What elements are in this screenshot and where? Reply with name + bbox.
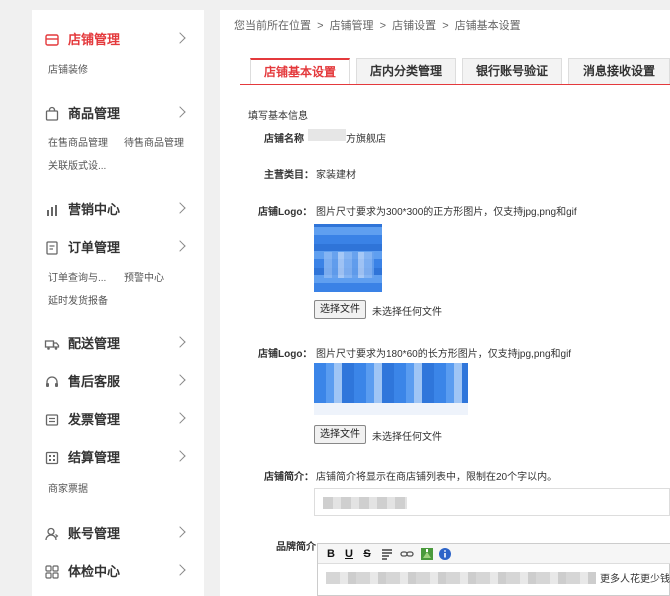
chevron-right-icon[interactable] — [174, 412, 186, 424]
logo-label: 店铺Logo： — [258, 207, 313, 218]
breadcrumb-current: 店铺基本设置 — [454, 20, 521, 32]
sidebar-item-merchant-receipts[interactable]: 商家票据 — [48, 483, 88, 497]
sidebar-section-header[interactable]: 售后客服 — [32, 370, 204, 394]
category-value: 家装建材 — [316, 170, 356, 181]
breadcrumb: 您当前所在位置 > 店铺管理 > 店铺设置 > 店铺基本设置 — [234, 17, 524, 33]
truck-icon — [44, 336, 60, 352]
sidebar-section-title: 发票管理 — [68, 412, 121, 427]
tab-message-settings[interactable]: 消息接收设置 — [568, 58, 670, 84]
logo-square-preview — [314, 224, 382, 292]
sidebar-section-header[interactable]: 账号管理 — [32, 522, 204, 546]
breadcrumb-shop-management[interactable]: 店铺管理 — [330, 20, 374, 32]
chevron-right-icon[interactable] — [174, 240, 186, 252]
sidebar-item-order-query[interactable]: 订单查询与... — [48, 272, 106, 286]
chevron-right-icon[interactable] — [174, 526, 186, 538]
breadcrumb-separator: > — [379, 20, 387, 32]
sidebar-section-title: 售后客服 — [68, 374, 121, 389]
chevron-right-icon[interactable] — [174, 106, 186, 118]
tab-category-management[interactable]: 店内分类管理 — [356, 58, 456, 84]
grid-icon — [44, 564, 60, 580]
list-icon[interactable] — [380, 547, 394, 561]
sidebar-section-header[interactable]: 配送管理 — [32, 332, 204, 356]
editor-toolbar: B U S — [318, 544, 670, 564]
category-label: 主营类目： — [264, 170, 314, 181]
sidebar-item-layout[interactable]: 关联版式设... — [48, 160, 106, 174]
order-icon — [44, 240, 60, 256]
sidebar-item-pending[interactable]: 待售商品管理 — [124, 137, 184, 151]
settlement-icon — [44, 450, 60, 466]
tab-basic-settings[interactable]: 店铺基本设置 — [250, 58, 350, 84]
sidebar-section-header[interactable]: 店铺管理 — [32, 28, 204, 52]
sidebar-section-title: 订单管理 — [68, 240, 121, 255]
invoice-icon — [44, 412, 60, 428]
headset-icon — [44, 374, 60, 390]
form-section-title: 填写基本信息 — [248, 111, 308, 122]
sidebar-section-header[interactable]: 体检中心 — [32, 560, 204, 584]
tab-bank-verification[interactable]: 银行账号验证 — [462, 58, 562, 84]
sidebar-section-title: 商品管理 — [68, 106, 121, 121]
logo-square-hint: 图片尺寸要求为300*300的正方形图片，仅支持jpg,png和gif — [316, 207, 577, 218]
chevron-right-icon[interactable] — [174, 450, 186, 462]
shop-name-label: 店铺名称 — [264, 134, 304, 145]
link-icon[interactable] — [400, 547, 414, 561]
file-status: 未选择任何文件 — [372, 307, 442, 318]
user-icon — [44, 526, 60, 542]
sidebar-section-header[interactable]: 结算管理 — [32, 446, 204, 470]
file-status: 未选择任何文件 — [372, 432, 442, 443]
breadcrumb-prefix: 您当前所在位置 — [234, 20, 311, 32]
brand-intro-editor[interactable]: B U S 更多人花更少钱 — [317, 543, 670, 596]
tab-bar: 店铺基本设置 店内分类管理 银行账号验证 消息接收设置 — [250, 58, 670, 84]
logo-label: 店铺Logo： — [258, 349, 313, 360]
sidebar-section-header[interactable]: 商品管理 — [32, 102, 204, 126]
chevron-right-icon[interactable] — [174, 336, 186, 348]
redacted-text — [308, 129, 346, 141]
sidebar-item-onsale[interactable]: 在售商品管理 — [48, 137, 108, 151]
brand-intro-label: 品牌简介 — [276, 542, 316, 553]
sidebar-item-delay-report[interactable]: 延时发货报备 — [48, 295, 108, 309]
tab-underline — [240, 84, 670, 85]
chart-icon — [44, 202, 60, 218]
intro-hint: 店铺简介将显示在商店铺列表中，限制在20个字以内。 — [316, 472, 558, 483]
sidebar: 店铺管理 店铺装修 商品管理 在售商品管理 待售商品管理 关联版式设... 营销… — [32, 10, 204, 596]
redacted-text — [326, 572, 596, 584]
sidebar-item-alert-center[interactable]: 预警中心 — [124, 272, 164, 286]
image-icon[interactable] — [420, 547, 434, 561]
bold-button[interactable]: B — [324, 547, 338, 561]
editor-visible-text: 更多人花更少钱 — [600, 574, 670, 585]
sidebar-section-title: 营销中心 — [68, 202, 121, 217]
breadcrumb-separator: > — [442, 20, 449, 32]
shop-intro-input[interactable] — [314, 488, 670, 516]
breadcrumb-shop-settings[interactable]: 店铺设置 — [392, 20, 436, 32]
sidebar-item-shop-decoration[interactable]: 店铺装修 — [48, 64, 88, 78]
underline-button[interactable]: U — [342, 547, 356, 561]
sidebar-section-header[interactable]: 营销中心 — [32, 198, 204, 222]
breadcrumb-separator: > — [317, 20, 324, 32]
info-icon[interactable] — [438, 547, 452, 561]
choose-file-button[interactable]: 选择文件 — [314, 425, 366, 444]
sidebar-section-title: 体检中心 — [68, 564, 121, 579]
sidebar-section-title: 店铺管理 — [68, 32, 121, 47]
logo-rect-preview — [314, 363, 468, 415]
chevron-right-icon[interactable] — [174, 564, 186, 576]
intro-label: 店铺简介： — [264, 472, 314, 483]
bag-icon — [44, 106, 60, 122]
chevron-right-icon[interactable] — [174, 374, 186, 386]
sidebar-section-title: 结算管理 — [68, 450, 121, 465]
logo-rect-hint: 图片尺寸要求为180*60的长方形图片，仅支持jpg,png和gif — [316, 349, 572, 360]
main-panel: 您当前所在位置 > 店铺管理 > 店铺设置 > 店铺基本设置 店铺基本设置 店内… — [220, 10, 670, 596]
sidebar-section-header[interactable]: 发票管理 — [32, 408, 204, 432]
shop-icon — [44, 32, 60, 48]
chevron-right-icon[interactable] — [174, 202, 186, 214]
shop-name-value: 方旗舰店 — [346, 134, 386, 145]
chevron-right-icon[interactable] — [174, 32, 186, 44]
sidebar-section-title: 账号管理 — [68, 526, 121, 541]
redacted-text — [323, 497, 407, 509]
sidebar-section-title: 配送管理 — [68, 336, 121, 351]
strikethrough-button[interactable]: S — [360, 547, 374, 561]
choose-file-button[interactable]: 选择文件 — [314, 300, 366, 319]
sidebar-section-header[interactable]: 订单管理 — [32, 236, 204, 260]
